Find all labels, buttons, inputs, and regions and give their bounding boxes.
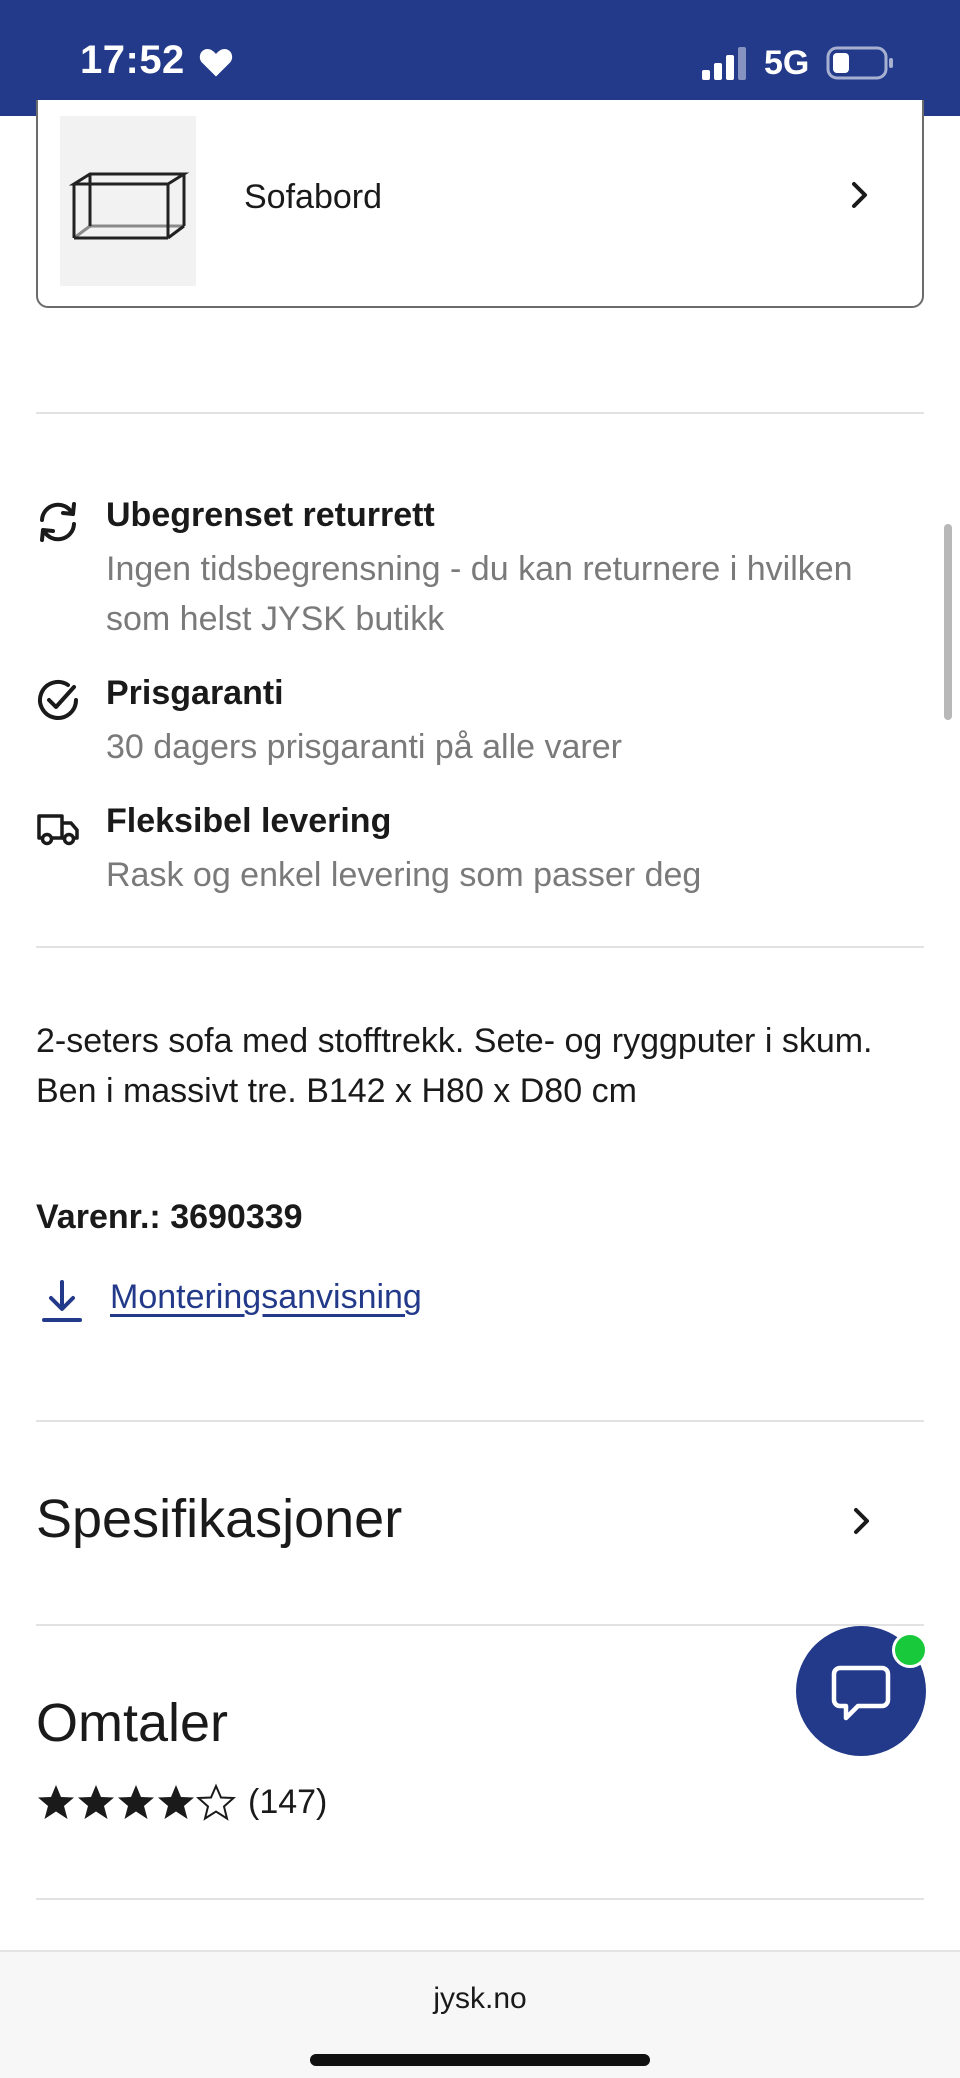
chat-bubble-icon <box>831 1665 891 1721</box>
url-label[interactable]: jysk.no <box>0 1982 960 2016</box>
refresh-icon <box>40 502 76 542</box>
usp-description: Rask og enkel levering som passer deg <box>106 856 702 894</box>
divider <box>36 1624 924 1626</box>
heart-icon <box>199 49 233 77</box>
online-status-dot <box>892 1632 928 1668</box>
status-bar: 17:52 5G <box>0 0 960 116</box>
usp-title: Ubegrenset returrett <box>106 496 435 534</box>
divider <box>36 412 924 414</box>
reviews-row[interactable]: Omtaler <box>36 1692 924 1762</box>
truck-icon <box>37 814 79 846</box>
home-indicator <box>310 2054 650 2066</box>
usp-title: Prisgaranti <box>106 674 284 712</box>
specifications-row[interactable]: Spesifikasjoner <box>36 1488 924 1568</box>
article-number: Varenr.: 3690339 <box>36 1198 303 1236</box>
star-filled-icon <box>118 1785 154 1819</box>
download-icon[interactable] <box>40 1278 84 1326</box>
usp-description: Ingen tidsbegrensning - du kan returnere… <box>106 550 853 638</box>
rating-stars: (147) <box>36 1780 327 1824</box>
signal-icon <box>702 47 746 80</box>
related-product-card[interactable]: Sofabord <box>36 100 924 308</box>
status-time: 17:52 <box>80 38 185 82</box>
assembly-instructions-link[interactable]: Monteringsanvisning <box>110 1278 422 1317</box>
chevron-right-icon <box>852 182 867 208</box>
review-count: (147) <box>248 1782 328 1821</box>
check-circle-icon <box>38 679 78 720</box>
usp-description: 30 dagers prisgaranti på alle varer <box>106 728 622 766</box>
coffee-table-image <box>68 172 190 240</box>
related-product-name: Sofabord <box>244 178 382 216</box>
divider <box>36 946 924 948</box>
browser-address-bar[interactable]: jysk.no <box>0 1950 960 2078</box>
battery-icon <box>826 46 893 80</box>
chevron-right-icon <box>854 1508 869 1534</box>
chat-button[interactable] <box>796 1626 928 1756</box>
network-label: 5G <box>764 44 810 82</box>
star-filled-icon <box>158 1785 194 1819</box>
specifications-title: Spesifikasjoner <box>36 1489 403 1549</box>
product-thumbnail <box>60 116 196 286</box>
divider <box>36 1420 924 1422</box>
star-empty-icon <box>196 1783 236 1821</box>
star-filled-icon <box>78 1785 114 1819</box>
star-filled-icon <box>38 1785 74 1819</box>
reviews-title: Omtaler <box>36 1693 229 1753</box>
product-description: 2-seters sofa med stofftrekk. Sete- og r… <box>36 1022 873 1110</box>
usp-title: Fleksibel levering <box>106 802 392 840</box>
divider <box>36 1898 924 1900</box>
scrollbar[interactable] <box>944 524 952 720</box>
